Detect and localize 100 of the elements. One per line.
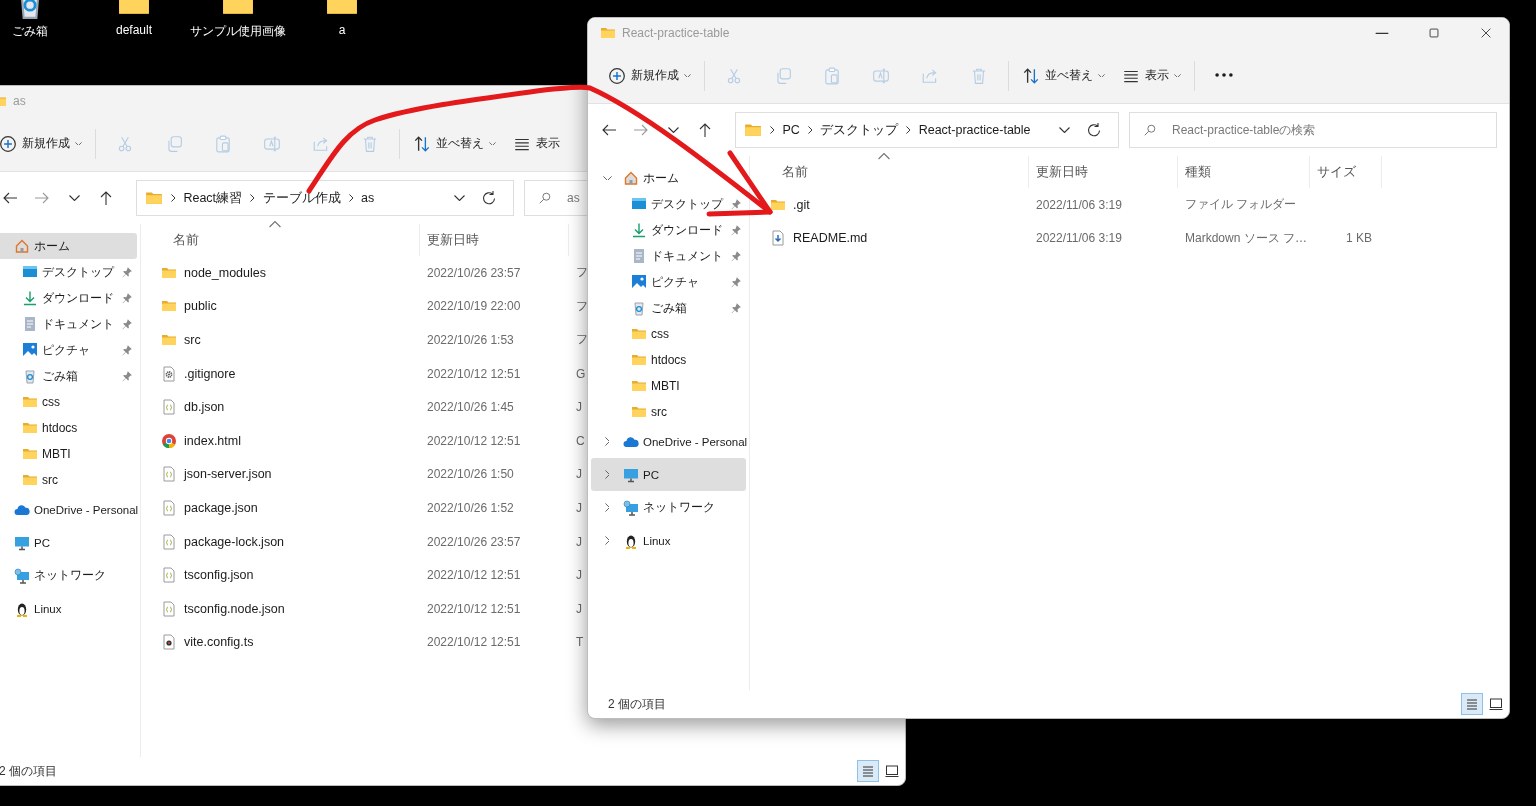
- json-file-icon: [161, 567, 177, 584]
- caret-icon: [684, 73, 691, 78]
- breadcrumb[interactable]: PC: [782, 123, 800, 137]
- sidebar-item[interactable]: ホーム: [591, 165, 746, 191]
- up-arrow-icon: [98, 190, 114, 206]
- sidebar-item[interactable]: htdocs: [0, 415, 137, 441]
- table-cell-text: 2022/10/26 1:50: [426, 467, 515, 482]
- file-name[interactable]: node_modules: [184, 265, 266, 280]
- chevron-down-icon: [667, 127, 679, 133]
- sidebar-item[interactable]: ごみ箱: [0, 363, 137, 389]
- sidebar-item[interactable]: ダウンロード: [591, 217, 746, 243]
- view-button[interactable]: 表示: [1116, 57, 1187, 94]
- sidebar-item[interactable]: ドキュメント: [0, 311, 137, 337]
- sidebar-item[interactable]: PC: [591, 458, 746, 491]
- download-icon: [22, 290, 38, 306]
- sort-caret-icon: [269, 221, 281, 228]
- sidebar-item[interactable]: ピクチャ: [591, 269, 746, 295]
- search-field[interactable]: React-practice-tableの検索: [1129, 112, 1497, 148]
- sidebar-item[interactable]: デスクトップ: [0, 259, 137, 285]
- file-name[interactable]: json-server.json: [184, 467, 272, 482]
- table-cell-text: 2022/10/12 12:51: [426, 635, 522, 650]
- sidebar-item[interactable]: Linux: [591, 524, 746, 557]
- column-header[interactable]: 種類: [1178, 156, 1310, 188]
- breadcrumb[interactable]: React-practice-table: [918, 123, 1031, 137]
- picture-icon: [22, 342, 38, 358]
- breadcrumb[interactable]: as: [360, 191, 375, 205]
- table-cell-text: J: [575, 568, 583, 583]
- view-button[interactable]: 表示: [507, 125, 566, 162]
- table-cell-text: 1 KB: [1345, 231, 1373, 246]
- file-name[interactable]: vite.config.ts: [184, 635, 254, 650]
- file-name[interactable]: db.json: [184, 400, 225, 415]
- column-header[interactable]: 更新日時: [420, 224, 569, 256]
- folder-icon: [22, 420, 38, 436]
- recycle-bin-icon: [22, 368, 38, 384]
- breadcrumb[interactable]: デスクトップ: [820, 121, 899, 139]
- table-cell-text: G: [575, 366, 584, 381]
- table-cell-text: J: [575, 500, 583, 515]
- address-bar[interactable]: PC デスクトップ React-practice-table: [735, 112, 1119, 148]
- sidebar-item[interactable]: Linux: [0, 592, 137, 625]
- maximize-icon: [1427, 26, 1441, 40]
- sidebar-item[interactable]: src: [591, 399, 746, 425]
- desktop-icon[interactable]: サンプル使用画像: [186, 0, 290, 40]
- sort-button[interactable]: 並べ替え: [1016, 57, 1111, 94]
- breadcrumb[interactable]: テーブル作成: [262, 189, 341, 207]
- json-file-icon: [161, 499, 177, 516]
- sidebar-item[interactable]: PC: [0, 526, 137, 559]
- search-field[interactable]: as: [524, 180, 588, 216]
- desktop-icon[interactable]: a: [290, 0, 394, 40]
- new-button[interactable]: 新規作成: [0, 125, 88, 162]
- new-button[interactable]: 新規作成: [602, 57, 697, 94]
- sidebar-item[interactable]: css: [0, 389, 137, 415]
- details-view-icon: [860, 763, 876, 779]
- sidebar-item[interactable]: ドキュメント: [591, 243, 746, 269]
- sidebar-item[interactable]: MBTI: [591, 373, 746, 399]
- sidebar-item[interactable]: ダウンロード: [0, 285, 137, 311]
- recycle-bin-icon: [631, 300, 647, 316]
- chevron-down-icon: [68, 195, 80, 201]
- column-header[interactable]: 名前: [161, 224, 420, 256]
- file-name[interactable]: .gitignore: [184, 366, 236, 381]
- document-icon: [631, 248, 647, 264]
- home-icon: [623, 170, 639, 186]
- breadcrumb[interactable]: React練習: [183, 189, 243, 207]
- sidebar-item[interactable]: src: [0, 467, 137, 493]
- folder-icon: [631, 404, 647, 420]
- sidebar-item[interactable]: ネットワーク: [591, 491, 746, 524]
- sidebar-item[interactable]: css: [591, 321, 746, 347]
- file-name[interactable]: tsconfig.node.json: [184, 601, 285, 616]
- sidebar-item[interactable]: ネットワーク: [0, 559, 137, 592]
- column-header[interactable]: 名前: [770, 156, 1029, 188]
- column-header[interactable]: サイズ: [1310, 156, 1382, 188]
- sort-button[interactable]: 並べ替え: [407, 125, 502, 162]
- desktop-icon[interactable]: default: [82, 0, 186, 40]
- json-file-icon: [161, 600, 177, 617]
- file-name[interactable]: index.html: [184, 433, 241, 448]
- json-file-icon: [161, 399, 177, 416]
- desktop-icon: [631, 196, 647, 212]
- file-icon: [161, 634, 177, 651]
- file-name[interactable]: .git: [793, 197, 810, 212]
- sidebar-item[interactable]: ごみ箱: [591, 295, 746, 321]
- sidebar-item[interactable]: ホーム: [0, 233, 137, 259]
- file-name[interactable]: README.md: [793, 231, 868, 246]
- sidebar-item[interactable]: htdocs: [591, 347, 746, 373]
- file-name[interactable]: package-lock.json: [184, 534, 285, 549]
- desktop-icon[interactable]: ごみ箱: [0, 0, 82, 40]
- chevron-right-icon: [807, 126, 813, 134]
- details-view-icon: [1464, 696, 1480, 712]
- column-header[interactable]: 更新日時: [1029, 156, 1178, 188]
- file-name[interactable]: package.json: [184, 500, 258, 515]
- sidebar-item[interactable]: ピクチャ: [0, 337, 137, 363]
- sidebar-item[interactable]: OneDrive - Personal: [0, 493, 137, 526]
- file-name[interactable]: tsconfig.json: [184, 568, 254, 583]
- table-cell-text: 2022/11/06 3:19: [1035, 197, 1123, 212]
- sidebar-item[interactable]: MBTI: [0, 441, 137, 467]
- table-cell-text: 2022/11/06 3:19: [1035, 231, 1123, 246]
- file-name[interactable]: public: [184, 299, 217, 314]
- address-bar[interactable]: React練習 テーブル作成 as: [136, 180, 514, 216]
- file-name[interactable]: src: [184, 333, 201, 347]
- sidebar-item[interactable]: デスクトップ: [591, 191, 746, 217]
- picture-icon: [631, 274, 647, 290]
- sidebar-item[interactable]: OneDrive - Personal: [591, 425, 746, 458]
